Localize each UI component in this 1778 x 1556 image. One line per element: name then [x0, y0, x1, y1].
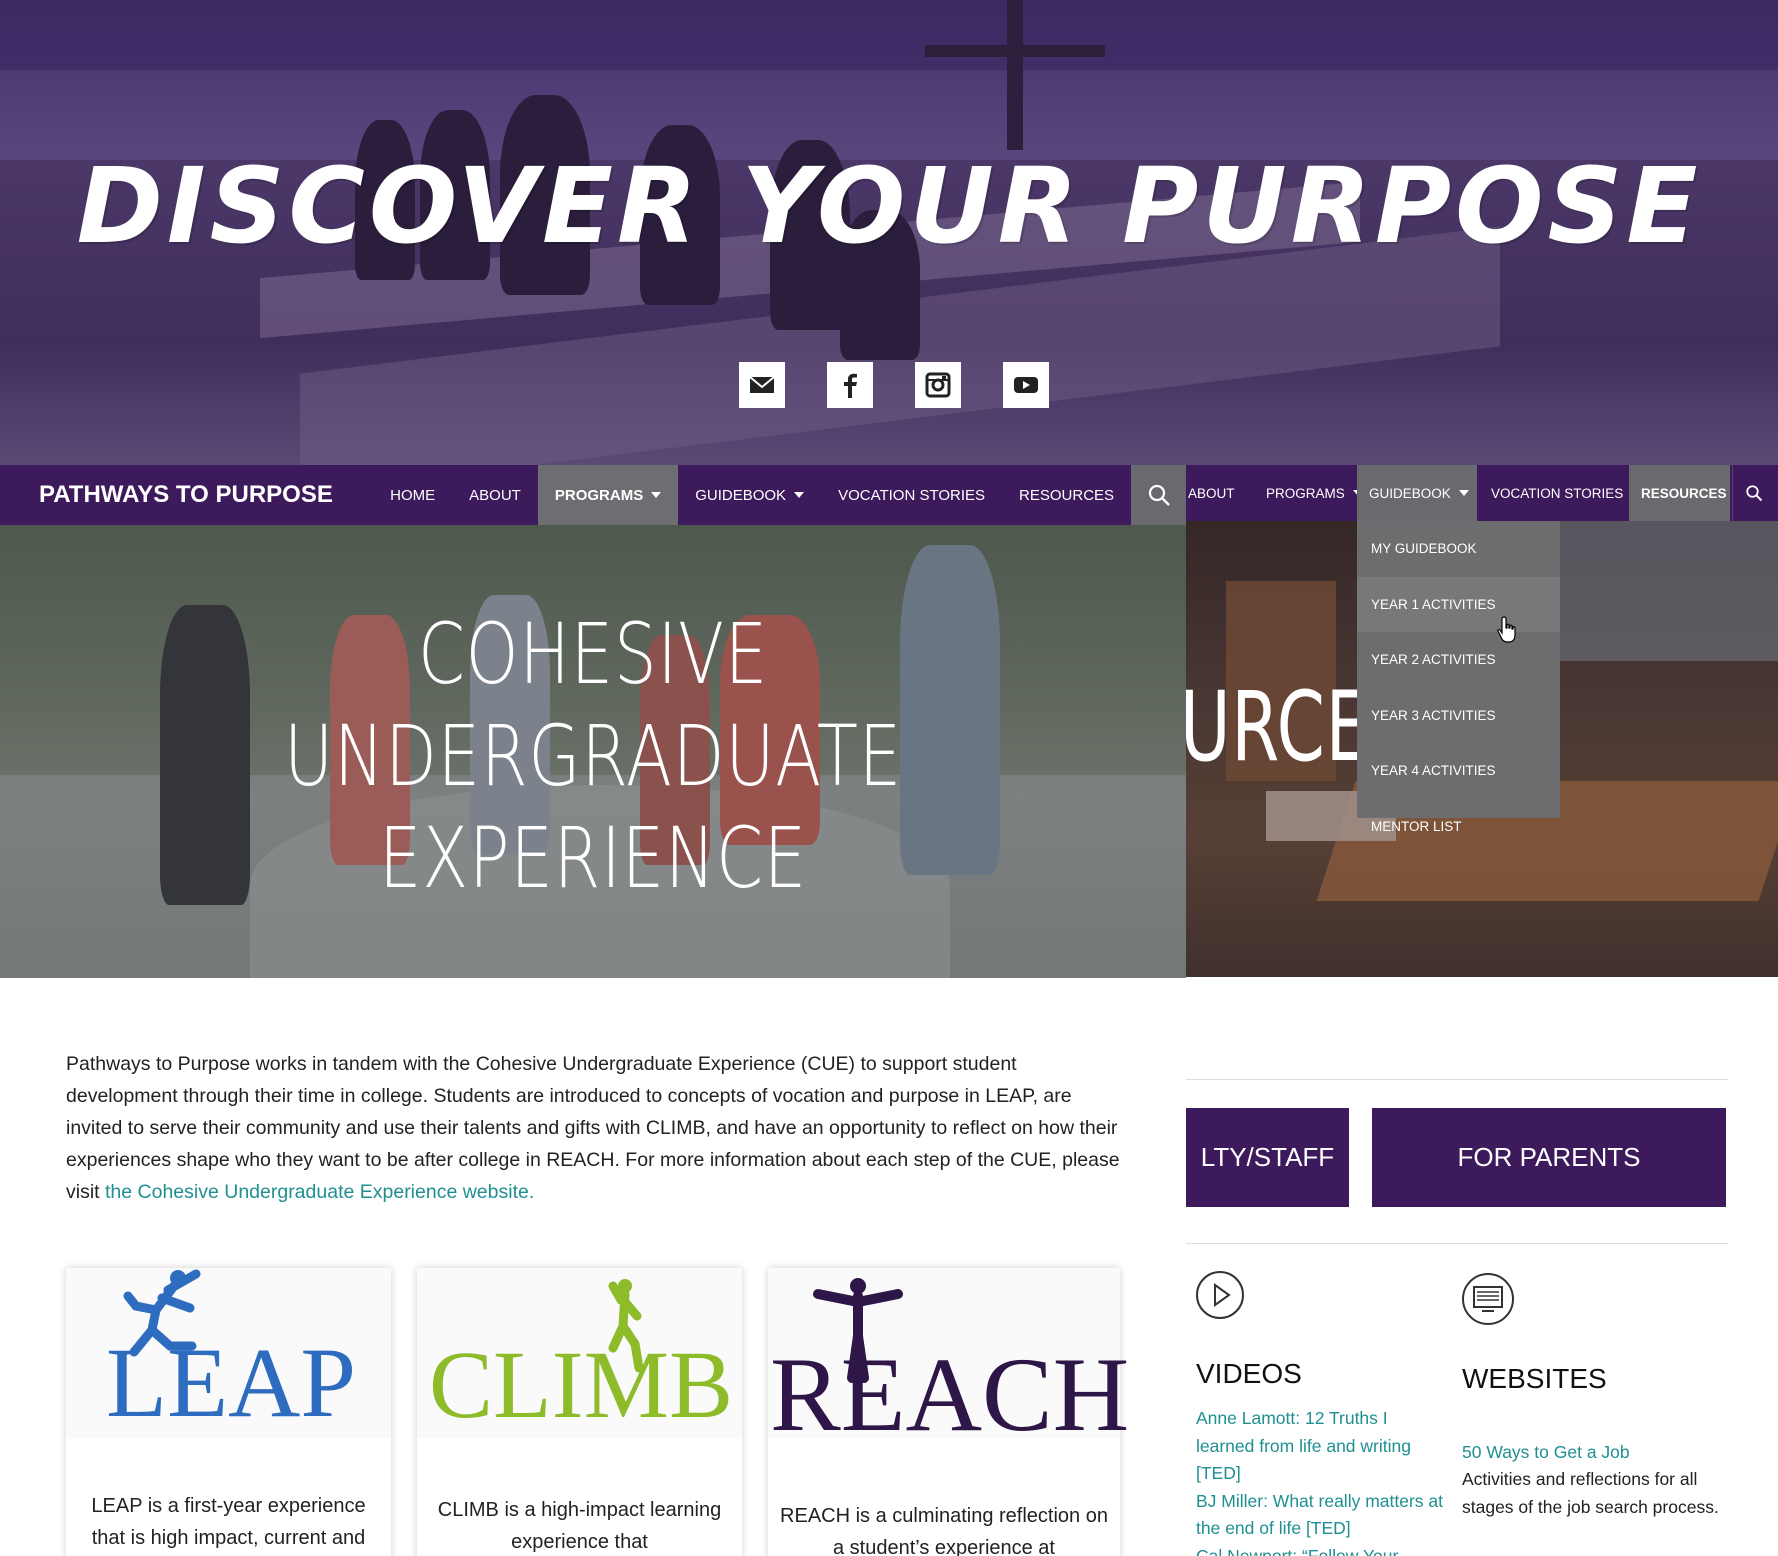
nav-item-label: ABOUT [1188, 485, 1235, 501]
banner-title-line: EXPERIENCE [378, 809, 808, 907]
reach-logo-text: REACH [770, 1336, 1130, 1453]
nav-item-label: PROGRAMS [554, 486, 644, 504]
video-link[interactable]: BJ Miller: What really matters at the en… [1196, 1488, 1446, 1543]
nav-item-label: RESOURCES [1019, 486, 1115, 504]
climb-logo-text: CLIMB [429, 1331, 734, 1438]
dropdown-item-year-4[interactable]: YEAR 4 ACTIVITIES [1357, 743, 1560, 799]
nav-item-label: GUIDEBOOK [1369, 485, 1451, 501]
nav-menu: HOME ABOUT PROGRAMS GUIDEBOOK VOCATION S… [373, 465, 1131, 525]
divider [1186, 1079, 1728, 1080]
resources-nav: ABOUT PROGRAMS GUIDEBOOK VOCATION STORIE… [1186, 465, 1778, 521]
main-content: Pathways to Purpose works in tandem with… [0, 978, 1186, 1556]
hero-banner: DISCOVER YOUR PURPOSE [0, 0, 1778, 465]
nav-item-label: VOCATION STORIES [838, 486, 986, 504]
faculty-staff-button[interactable]: LTY/STAFF [1186, 1108, 1349, 1207]
dropdown-item-year-2[interactable]: YEAR 2 ACTIVITIES [1357, 632, 1560, 688]
email-icon[interactable] [739, 362, 785, 408]
nav-item-about[interactable]: ABOUT [452, 465, 538, 525]
cue-website-link[interactable]: the Cohesive Undergraduate Experience we… [105, 1181, 534, 1203]
card-leap[interactable]: LEAP LEAP is a first-year experience tha… [66, 1268, 391, 1556]
nav-item-label: PROGRAMS [1266, 485, 1345, 501]
page: DISCOVER YOUR PURPOSE PATHWAYS TO PURPOS… [0, 0, 1778, 1556]
websites-heading: WEBSITES [1462, 1363, 1607, 1394]
video-link-list: Anne Lamott: 12 Truths I learned from li… [1196, 1405, 1446, 1556]
card-climb[interactable]: CLIMB CLIMB is a high-impact learning ex… [417, 1268, 742, 1556]
hand-cursor-icon [1497, 616, 1516, 643]
caret-down-icon [651, 492, 662, 498]
social-links [739, 362, 1049, 408]
hero-title: DISCOVER YOUR PURPOSE [76, 145, 1702, 267]
search-button[interactable] [1131, 465, 1186, 525]
site-brand[interactable]: PATHWAYS TO PURPOSE [39, 481, 373, 509]
nav-item-vocation-stories[interactable]: VOCATION STORIES [821, 465, 1002, 525]
cue-banner: COHESIVE UNDERGRADUATE EXPERIENCE [0, 525, 1186, 978]
nav-item-resources[interactable]: RESOURCES [1002, 465, 1131, 525]
hero-cross-bar [925, 45, 1105, 57]
intro-paragraph: Pathways to Purpose works in tandem with… [66, 1048, 1126, 1208]
youtube-icon[interactable] [1003, 362, 1049, 408]
nav-item-guidebook[interactable]: GUIDEBOOK [678, 465, 821, 525]
website-monitor-icon [1462, 1273, 1514, 1325]
main-nav: PATHWAYS TO PURPOSE HOME ABOUT PROGRAMS … [0, 465, 1186, 525]
reach-logo: REACH [768, 1268, 1129, 1450]
guidebook-dropdown-menu: MY GUIDEBOOK YEAR 1 ACTIVITIES YEAR 2 AC… [1357, 521, 1560, 834]
dropdown-item-mentor-list[interactable]: MENTOR LIST [1357, 799, 1560, 855]
play-icon [1196, 1271, 1244, 1319]
banner-title: COHESIVE UNDERGRADUATE EXPERIENCE [119, 603, 1068, 909]
banner-title-line: COHESIVE [417, 605, 769, 703]
search-icon [1148, 484, 1170, 506]
nav-item-label: RESOURCES [1641, 485, 1727, 501]
card-description: REACH is a culminating reflection on a s… [780, 1505, 1108, 1556]
facebook-icon[interactable] [827, 362, 873, 408]
card-description: CLIMB is a high-impact learning experien… [437, 1499, 722, 1553]
nav-item-home[interactable]: HOME [373, 465, 452, 525]
dropdown-item-year-3[interactable]: YEAR 3 ACTIVITIES [1357, 688, 1560, 744]
instagram-icon[interactable] [915, 362, 961, 408]
dropdown-item-year-1[interactable]: YEAR 1 ACTIVITIES [1357, 576, 1560, 632]
video-link[interactable]: Cal Newport: “Follow Your [1196, 1543, 1446, 1556]
search-icon [1746, 485, 1763, 502]
card-description: LEAP is a first-year experience that is … [91, 1495, 366, 1549]
for-parents-button[interactable]: FOR PARENTS [1372, 1108, 1726, 1207]
nav-item-vocation-stories[interactable]: VOCATION STORIES [1479, 465, 1635, 521]
search-button[interactable] [1732, 465, 1778, 521]
hero-cross [1007, 0, 1023, 150]
banner-title-line: UNDERGRADUATE [284, 707, 902, 805]
climb-logo: CLIMB [417, 1268, 742, 1438]
nav-item-about[interactable]: ABOUT [1186, 465, 1247, 521]
nav-item-label: VOCATION STORIES [1491, 485, 1624, 501]
nav-item-guidebook[interactable]: GUIDEBOOK [1357, 465, 1477, 521]
nav-item-programs[interactable]: PROGRAMS [537, 465, 679, 525]
dropdown-item-my-guidebook[interactable]: MY GUIDEBOOK [1357, 521, 1560, 577]
website-link[interactable]: 50 Ways to Get a Job [1462, 1439, 1732, 1467]
caret-down-icon [794, 492, 805, 498]
caret-down-icon [1458, 490, 1469, 496]
resources-banner-title: URCE [1186, 671, 1370, 783]
leap-logo: LEAP [66, 1268, 391, 1438]
resources-page-panel: ABOUT PROGRAMS GUIDEBOOK VOCATION STORIE… [1186, 465, 1778, 1556]
videos-heading: VIDEOS [1196, 1358, 1302, 1389]
website-description: Activities and reflections for all stage… [1462, 1469, 1719, 1517]
nav-item-resources[interactable]: RESOURCES [1629, 465, 1730, 521]
leap-logo-text: LEAP [106, 1327, 356, 1438]
nav-item-label: GUIDEBOOK [695, 486, 787, 504]
video-link[interactable]: Anne Lamott: 12 Truths I learned from li… [1196, 1405, 1446, 1488]
divider [1186, 1243, 1728, 1244]
card-reach[interactable]: REACH REACH is a culminating reflection … [768, 1268, 1129, 1556]
nav-item-label: HOME [390, 486, 436, 504]
nav-item-label: ABOUT [469, 486, 521, 504]
